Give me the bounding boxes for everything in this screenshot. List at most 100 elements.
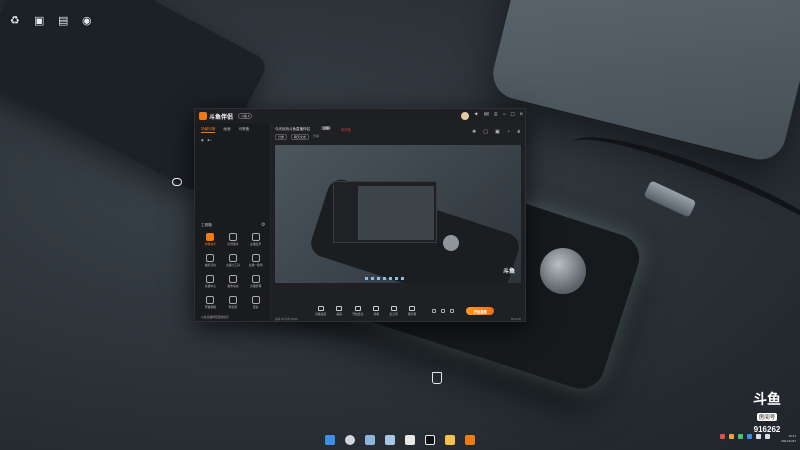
maximize-icon[interactable]: □ bbox=[511, 112, 515, 120]
computer-icon[interactable]: ▤ bbox=[58, 14, 68, 27]
tool-danmu-assistant[interactable]: 弹幕助手 bbox=[199, 233, 222, 246]
speaker-button[interactable]: 扬声器 bbox=[408, 306, 416, 316]
center-icon bbox=[206, 275, 215, 283]
close-icon[interactable]: × bbox=[519, 112, 523, 120]
skin-icon[interactable]: ✦ bbox=[474, 112, 479, 120]
avatar[interactable] bbox=[460, 112, 469, 120]
desk-knob-photo bbox=[540, 248, 586, 294]
update-notice[interactable]: 斗鱼直播伴侣更新提示 bbox=[201, 315, 229, 319]
eye-icon[interactable]: ◉ bbox=[201, 138, 204, 142]
tool-room-manager[interactable]: 房管助手 bbox=[222, 233, 245, 246]
start-icon[interactable] bbox=[325, 435, 335, 445]
title-bar: 斗鱼伴侣 斗鱼 ▾ ✦ ✉ ≡ − □ × bbox=[195, 109, 525, 123]
douyu-companion-window: 斗鱼伴侣 斗鱼 ▾ ✦ ✉ ≡ − □ × 场景切换 画面 可教备 ◉ ■ ▪ bbox=[194, 108, 526, 322]
settings-icon[interactable]: ◉ bbox=[82, 14, 92, 27]
stream-stats: 帧率 60 码率 2500K bbox=[275, 318, 298, 321]
danmu-icon bbox=[206, 233, 215, 241]
explorer-icon[interactable] bbox=[405, 435, 415, 445]
platform-selector[interactable]: 斗鱼 ▾ bbox=[238, 113, 253, 119]
tool-post-update[interactable]: 发布动态 bbox=[222, 275, 245, 288]
folder-icon[interactable]: ▣ bbox=[34, 14, 44, 27]
tab-devices[interactable]: 可教备 bbox=[239, 127, 250, 133]
room-title[interactable]: 今天玩玩斗鱼直播伴侣 bbox=[275, 127, 310, 132]
preview-taskbar bbox=[365, 277, 445, 281]
tray-app-icon[interactable] bbox=[729, 434, 734, 439]
tool-more[interactable]: 更多 bbox=[244, 296, 267, 309]
gift-icon[interactable]: ❖ bbox=[472, 129, 476, 135]
preview-knob bbox=[443, 235, 459, 251]
settings-icon bbox=[317, 306, 324, 311]
desk-monitor-stand-photo bbox=[487, 0, 800, 165]
live-settings-button[interactable]: 直播设置 bbox=[315, 306, 326, 316]
danmu-button[interactable]: 弹幕 bbox=[373, 306, 380, 316]
person-icon bbox=[228, 233, 237, 241]
lock-icon[interactable]: ▣ bbox=[495, 129, 500, 135]
widgets-icon[interactable] bbox=[385, 435, 395, 445]
preview-nested-window bbox=[333, 181, 437, 243]
tool-tutorial[interactable]: 开播教程 bbox=[199, 296, 222, 309]
tab-scene[interactable]: 场景切换 bbox=[201, 127, 216, 133]
share-icon[interactable]: ⋔ bbox=[517, 129, 521, 135]
tray-app-icon[interactable] bbox=[720, 434, 725, 439]
tiktok-icon[interactable] bbox=[425, 435, 435, 445]
beauty-button[interactable]: 美颜 bbox=[336, 306, 343, 316]
toolbox-settings-icon[interactable]: ⚙ bbox=[261, 222, 265, 228]
extra-tools bbox=[432, 309, 455, 313]
fan-icon bbox=[228, 296, 237, 304]
window-controls: ✦ ✉ ≡ − □ × bbox=[460, 112, 523, 120]
app-logo-text: 斗鱼伴侣 bbox=[209, 114, 234, 121]
scene-item[interactable]: ◉ ■ ▪ bbox=[201, 138, 264, 142]
douyu-app-icon[interactable] bbox=[465, 435, 475, 445]
tool-lottery[interactable]: 抽奖活动 bbox=[199, 254, 222, 267]
room-number-label: 房间号 bbox=[756, 413, 778, 421]
record-icon[interactable]: ▢ bbox=[483, 129, 488, 135]
network-icon[interactable] bbox=[756, 434, 761, 439]
system-clock[interactable]: 15:21 2021/11/27 bbox=[781, 434, 796, 444]
share-link[interactable]: 分享 bbox=[313, 134, 319, 140]
tab-canvas[interactable]: 画面 bbox=[223, 127, 230, 133]
co-stream-button[interactable]: 开启连麦 bbox=[352, 306, 363, 316]
system-tray bbox=[720, 434, 770, 439]
task-view-icon[interactable] bbox=[365, 435, 375, 445]
menu-icon[interactable]: ≡ bbox=[494, 112, 498, 120]
microphone-button[interactable]: 麦克风 bbox=[389, 306, 398, 316]
app-logo: 斗鱼伴侣 bbox=[199, 112, 233, 121]
notification-icon[interactable]: ◔ bbox=[507, 129, 510, 135]
control-bar: 直播设置 美颜 开启连麦 弹幕 麦克风 扬声器 开始直播 bbox=[271, 299, 525, 321]
microphone-icon bbox=[390, 306, 397, 311]
wechat-icon[interactable] bbox=[738, 434, 743, 439]
tool-live-manage[interactable]: 直播管理 bbox=[244, 275, 267, 288]
gear-icon[interactable] bbox=[450, 309, 455, 313]
qq-icon[interactable] bbox=[747, 434, 752, 439]
tool-fan-club[interactable]: 粉丝团 bbox=[222, 296, 245, 309]
chat-bubble-icon bbox=[172, 178, 182, 186]
room-meta: 分类 聊天交友 分享 bbox=[275, 134, 319, 140]
post-icon bbox=[228, 275, 237, 283]
camera-icon[interactable] bbox=[432, 309, 437, 313]
folder-icon[interactable] bbox=[445, 435, 455, 445]
tool-ranking[interactable]: 主播一级榜 bbox=[244, 254, 267, 267]
start-live-button[interactable]: 开始直播 bbox=[466, 307, 495, 315]
tool-anchor-tasks[interactable]: 主播任务 bbox=[244, 233, 267, 246]
tool-live-center[interactable]: 直播中心 bbox=[199, 275, 222, 288]
category-value[interactable]: 聊天交友 bbox=[291, 134, 310, 140]
widget-icon bbox=[228, 254, 237, 262]
minimize-icon[interactable]: − bbox=[502, 112, 506, 120]
recycle-bin-icon[interactable]: ♻ bbox=[10, 14, 20, 27]
record-icon[interactable] bbox=[441, 309, 446, 313]
volume-icon[interactable] bbox=[765, 434, 770, 439]
cup-cursor-icon bbox=[432, 372, 442, 384]
search-icon[interactable] bbox=[345, 435, 355, 445]
rank-icon bbox=[251, 254, 260, 262]
douyu-brand: 斗鱼 bbox=[753, 391, 781, 407]
danmu-icon bbox=[373, 306, 380, 311]
calendar-icon bbox=[251, 275, 260, 283]
preview-nested-canvas bbox=[358, 186, 434, 240]
link-icon bbox=[354, 306, 361, 311]
tool-anchor-widgets[interactable]: 主播小工具 bbox=[222, 254, 245, 267]
message-icon[interactable]: ✉ bbox=[484, 112, 489, 120]
main-panel: 今天玩玩斗鱼直播伴侣 主播 未开播 分类 聊天交友 分享 ❖ ▢ ▣ ◔ ⋔ 斗… bbox=[271, 123, 525, 321]
stream-preview[interactable]: 斗鱼 bbox=[275, 145, 521, 283]
stream-timer: 00:00:00 bbox=[510, 318, 521, 321]
clock-date: 2021/11/27 bbox=[781, 439, 796, 443]
